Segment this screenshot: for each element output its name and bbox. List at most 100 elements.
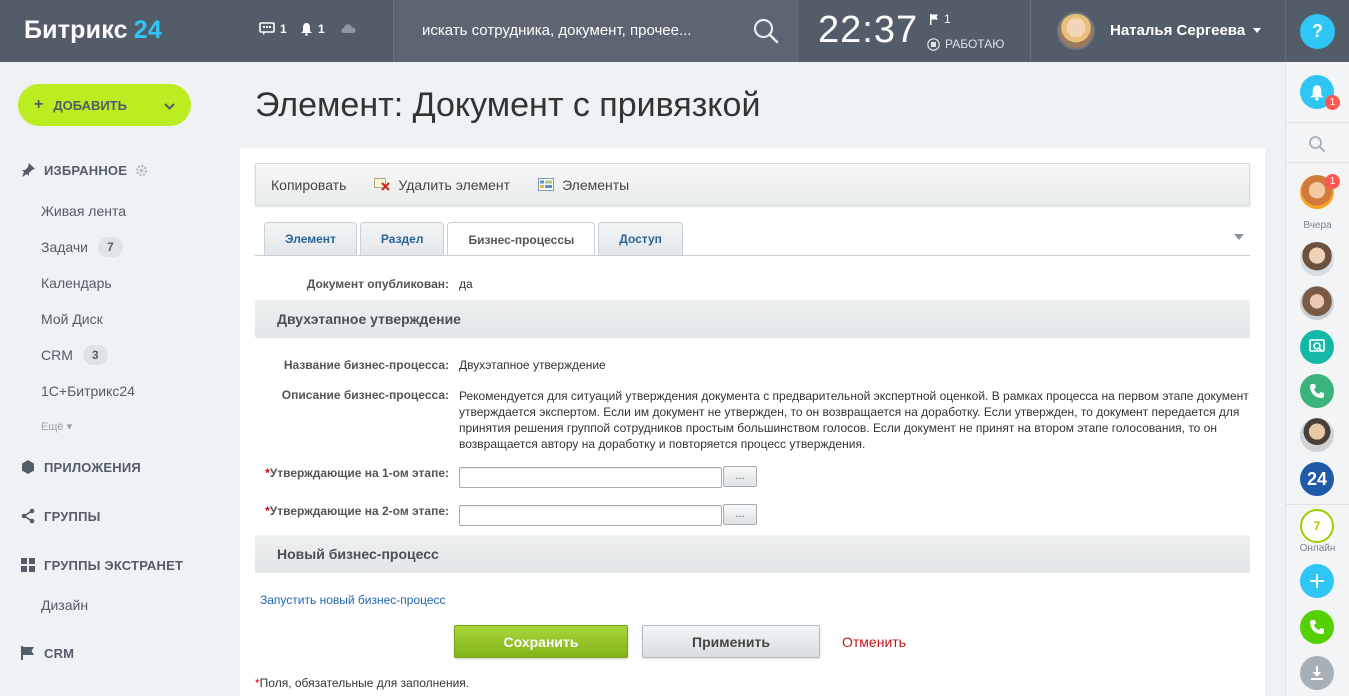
save-button[interactable]: Сохранить <box>454 625 628 658</box>
section-two-stage: Двухэтапное утверждение <box>255 300 1250 338</box>
tasks-badge: 7 <box>98 237 123 257</box>
rail-search-chat-button[interactable] <box>1300 330 1334 364</box>
copy-button[interactable]: Копировать <box>271 177 346 193</box>
extranet-section[interactable]: ГРУППЫ ЭКСТРАНЕТ <box>20 557 183 573</box>
user-avatar[interactable] <box>1057 12 1095 50</box>
crm-badge: 3 <box>82 345 108 365</box>
rail-phone-button[interactable] <box>1300 610 1334 644</box>
tabs-divider <box>255 255 1250 256</box>
help-button[interactable]: ? <box>1300 14 1335 49</box>
crm-section[interactable]: CRM <box>20 645 74 661</box>
chevron-down-icon <box>164 98 175 113</box>
rail-b24-button[interactable]: 24 <box>1300 462 1334 496</box>
rail-yesterday-label: Вчера <box>1303 220 1332 231</box>
work-status[interactable]: РАБОТАЮ <box>927 37 1004 51</box>
tab-section[interactable]: Раздел <box>359 222 445 255</box>
rail-online-counter[interactable]: 7 <box>1300 509 1334 543</box>
chat-search-icon <box>1309 339 1325 352</box>
phone-icon <box>1310 384 1324 398</box>
search-icon[interactable] <box>753 18 779 44</box>
sidebar-item-calendar[interactable]: Календарь <box>41 275 112 291</box>
share-icon <box>21 508 35 524</box>
section-new-bp: Новый бизнес-процесс <box>255 535 1250 573</box>
clock[interactable]: 22:37 <box>818 9 918 52</box>
sidebar-item-disk[interactable]: Мой Диск <box>41 311 103 327</box>
crm-icon <box>21 646 34 660</box>
required-footnote: *Поля, обязательные для заполнения. <box>255 676 470 690</box>
bell-icon <box>301 23 312 36</box>
rail-divider <box>1286 122 1349 123</box>
tabs-menu-arrow-icon[interactable] <box>1234 234 1244 240</box>
tab-business-processes[interactable]: Бизнес-процессы <box>447 222 596 256</box>
stage2-input[interactable] <box>459 505 722 526</box>
sidebar-item-design[interactable]: Дизайн <box>41 597 88 613</box>
delete-icon <box>374 178 391 191</box>
pin-icon <box>22 163 35 177</box>
apps-icon <box>22 460 34 474</box>
rail-call-button[interactable] <box>1300 374 1334 408</box>
sidebar-more[interactable]: Ещё ▾ <box>41 420 72 433</box>
rail-contact-avatar[interactable] <box>1300 418 1334 452</box>
rail-contact-avatar[interactable] <box>1300 242 1334 276</box>
chat-icon <box>259 22 275 35</box>
bp-name-value: Двухэтапное утверждение <box>459 358 606 372</box>
search-input[interactable]: искать сотрудника, документ, прочее... <box>422 22 691 39</box>
stage1-select-button[interactable]: ... <box>723 466 757 487</box>
rail-download-button[interactable] <box>1300 656 1334 690</box>
add-button[interactable]: + ДОБАВИТЬ <box>18 84 191 126</box>
rail-chat-badge: 1 <box>1325 174 1340 189</box>
flag-icon <box>930 13 938 25</box>
flag-counter[interactable]: 1 <box>930 12 951 26</box>
start-new-bp-link[interactable]: Запустить новый бизнес-процесс <box>260 593 446 607</box>
rail-search-button[interactable] <box>1300 127 1334 161</box>
bp-name-label: Название бизнес-процесса: <box>283 358 449 372</box>
user-menu[interactable]: Наталья Сергеева <box>1110 22 1262 39</box>
rail-divider <box>1286 504 1349 505</box>
tab-bar: Элемент Раздел Бизнес-процессы Доступ <box>264 222 683 256</box>
published-value: да <box>459 277 473 291</box>
rail-contact-avatar[interactable] <box>1300 286 1334 320</box>
page-title: Элемент: Документ с привязкой <box>255 86 761 124</box>
rail-divider <box>1286 162 1349 163</box>
rail-online-label: Онлайн <box>1299 543 1336 554</box>
favorites-section[interactable]: ИЗБРАННОЕ <box>20 162 148 178</box>
plus-icon <box>1310 574 1324 588</box>
delete-element-button[interactable]: Удалить элемент <box>374 177 510 193</box>
search-icon <box>1309 136 1325 152</box>
elements-button[interactable]: Элементы <box>538 177 629 193</box>
chat-counter[interactable]: 1 <box>259 22 287 36</box>
rail-add-button[interactable] <box>1300 564 1334 598</box>
rail-notif-badge: 1 <box>1325 95 1340 110</box>
tab-access[interactable]: Доступ <box>598 222 683 255</box>
notification-counter[interactable]: 1 <box>300 22 325 36</box>
sidebar-item-1c[interactable]: 1С+Битрикс24 <box>41 383 135 399</box>
bp-desc-value: Рекомендуется для ситуаций утверждения д… <box>459 389 1249 451</box>
bp-desc-label: Описание бизнес-процесса: <box>281 388 449 402</box>
search-bar[interactable]: искать сотрудника, документ, прочее... <box>394 0 797 62</box>
cancel-button[interactable]: Отменить <box>842 634 906 650</box>
groups-section[interactable]: ГРУППЫ <box>20 508 101 524</box>
apply-button[interactable]: Применить <box>642 625 820 658</box>
stage1-input[interactable] <box>459 467 722 488</box>
phone-icon <box>1310 620 1324 634</box>
grid-icon <box>21 558 35 572</box>
bell-icon <box>1310 84 1324 101</box>
gear-icon[interactable] <box>135 164 148 177</box>
apps-section[interactable]: ПРИЛОЖЕНИЯ <box>20 459 141 475</box>
cloud-icon <box>341 24 356 33</box>
sidebar-item-crm[interactable]: CRM 3 <box>41 345 108 365</box>
tab-element[interactable]: Элемент <box>264 222 357 255</box>
logo[interactable]: Битрикс 24 <box>24 16 162 45</box>
sidebar-item-feed[interactable]: Живая лента <box>41 203 126 219</box>
cloud-status[interactable] <box>340 22 357 34</box>
stage2-select-button[interactable]: ... <box>723 504 757 525</box>
sidebar-item-tasks[interactable]: Задачи 7 <box>41 237 123 257</box>
header-divider <box>797 0 798 62</box>
element-toolbar: Копировать Удалить элемент Элементы <box>255 163 1250 206</box>
published-label: Документ опубликован: <box>306 277 449 291</box>
stage1-label: *Утверждающие на 1-ом этапе: <box>265 466 449 480</box>
header-divider <box>1030 0 1031 62</box>
stage2-label: *Утверждающие на 2-ом этапе: <box>265 504 449 518</box>
download-icon <box>1311 666 1323 680</box>
plus-icon: + <box>34 96 44 113</box>
